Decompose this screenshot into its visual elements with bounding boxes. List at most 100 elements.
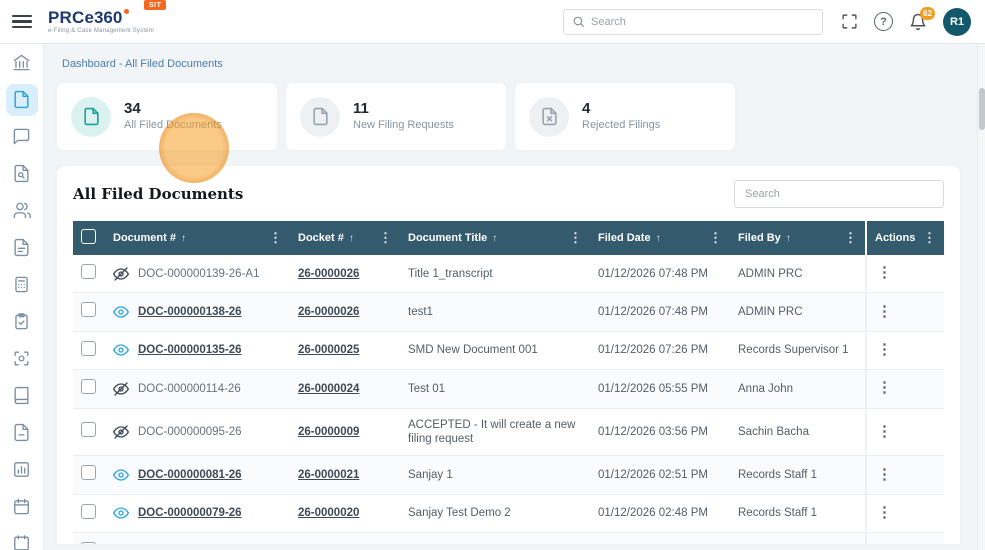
scrollbar-thumb[interactable] [979,88,985,130]
row-actions-kebab[interactable]: ⋮ [875,264,894,281]
column-header-actions[interactable]: Actions ⋮ [865,221,944,255]
sort-icon[interactable]: ↑ [492,233,497,244]
document-number[interactable]: DOC-000000079-26 [138,506,242,520]
column-menu-icon[interactable]: ⋮ [379,230,392,246]
docket-link[interactable]: 26-0000024 [298,383,359,395]
document-number[interactable]: DOC-000000095-26 [138,425,242,439]
document-number[interactable]: DOC-000000081-26 [138,468,242,482]
column-menu-icon[interactable]: ⋮ [269,230,282,246]
sort-icon[interactable]: ↑ [786,233,791,244]
row-checkbox[interactable] [81,302,96,318]
row-checkbox[interactable] [81,465,96,481]
row-checkbox[interactable] [81,422,96,438]
table-row[interactable]: DOC-000000079-26 26-0000020 Sanjay Test … [73,494,944,534]
document-number[interactable]: DOC-000000138-26 [138,305,242,319]
docket-link[interactable]: 26-0000026 [298,268,359,280]
eye-off-icon[interactable] [113,424,129,440]
column-header-filed-by[interactable]: Filed By ↑ ⋮ [730,221,866,255]
table-row[interactable]: DOC-000000077-26 26-0000019 Sanjay 2 01/… [73,532,944,544]
topbar-icons: ? 62 R1 [841,6,971,36]
stat-label: New Filing Requests [353,119,454,132]
filed-by: ADMIN PRC [730,292,866,332]
column-header-filed-date[interactable]: Filed Date ↑ ⋮ [590,221,730,255]
row-checkbox[interactable] [81,264,96,279]
sidebar-item-calendar[interactable] [0,488,44,525]
table-row[interactable]: DOC-000000135-26 26-0000025 SMD New Docu… [73,331,944,371]
row-checkbox[interactable] [81,340,96,356]
eye-icon[interactable] [113,342,129,358]
row-actions-kebab[interactable]: ⋮ [875,466,894,483]
rejected-filing-icon [529,96,569,137]
column-header-docket-number[interactable]: Docket # ↑ ⋮ [290,221,400,255]
row-actions-kebab[interactable]: ⋮ [875,341,894,358]
document-title: Sanjay 2 [400,532,590,544]
sidebar-item-calculator[interactable] [0,266,44,303]
sidebar-item-document-search[interactable] [0,155,44,192]
filed-by: Records Staff 1 [730,532,866,544]
sidebar-item-bank[interactable] [0,44,44,81]
stat-card-rejected-filings[interactable]: 4 Rejected Filings [515,83,735,150]
row-actions-kebab[interactable]: ⋮ [875,542,894,544]
table-row[interactable]: DOC-000000114-26 26-0000024 Test 01 01/1… [73,369,944,409]
row-actions-kebab[interactable]: ⋮ [875,379,894,396]
row-actions-kebab[interactable]: ⋮ [875,423,894,440]
sidebar-item-document-lines[interactable] [0,229,44,266]
row-checkbox[interactable] [81,379,96,395]
notifications-icon[interactable]: 62 [909,6,935,31]
column-header-document-number[interactable]: Document # ↑ ⋮ [105,221,290,255]
column-menu-icon[interactable]: ⋮ [709,230,722,246]
row-actions-kebab[interactable]: ⋮ [875,303,894,320]
logo[interactable]: PRC e360 e-Filing & Case Management Syste… [48,0,167,34]
sidebar-item-book[interactable] [0,377,44,414]
eye-off-icon[interactable] [113,266,129,282]
row-checkbox[interactable] [81,542,96,544]
page-scrollbar[interactable] [977,44,985,550]
filed-date: 01/12/2026 07:26 PM [590,331,730,371]
table-search-input[interactable] [734,180,944,208]
env-badge: SIT [144,0,167,10]
sidebar-item-users[interactable] [0,192,44,229]
sidebar-item-chat[interactable] [0,118,44,155]
table-header-row: Document # ↑ ⋮ Docket # ↑ ⋮ Document Title ↑ ⋮… [73,221,944,255]
document-number[interactable]: DOC-000000135-26 [138,343,242,357]
column-header-document-title[interactable]: Document Title ↑ ⋮ [400,221,590,255]
document-number[interactable]: DOC-000000114-26 [138,382,241,396]
table-row[interactable]: DOC-000000138-26 26-0000026 test1 01/12/… [73,292,944,332]
stat-card-new-filing-requests[interactable]: 11 New Filing Requests [286,83,506,150]
column-menu-icon[interactable]: ⋮ [569,230,582,246]
docket-link[interactable]: 26-0000021 [298,469,359,481]
docket-link[interactable]: 26-0000025 [298,344,359,356]
menu-icon[interactable] [12,14,32,29]
eye-icon[interactable] [113,505,129,521]
sort-icon[interactable]: ↑ [656,233,661,244]
row-actions-kebab[interactable]: ⋮ [875,504,894,521]
docket-link[interactable]: 26-0000020 [298,507,359,519]
column-menu-icon[interactable]: ⋮ [923,230,936,246]
sidebar-item-file[interactable] [0,414,44,451]
sidebar-item-tasks[interactable] [0,303,44,340]
sidebar-item-scan[interactable] [0,340,44,377]
row-checkbox[interactable] [81,503,96,519]
sidebar-item-box[interactable] [0,525,44,550]
stat-card-all-filed-documents[interactable]: 34 All Filed Documents [57,83,277,150]
sort-icon[interactable]: ↑ [349,233,354,244]
table-row[interactable]: DOC-000000081-26 26-0000021 Sanjay 1 01/… [73,455,944,495]
breadcrumb[interactable]: Dashboard - All Filed Documents [62,58,977,70]
docket-link[interactable]: 26-0000026 [298,306,359,318]
document-number[interactable]: DOC-000000139-26-A1 [138,267,259,281]
fullscreen-icon[interactable] [841,13,858,30]
table-row[interactable]: DOC-000000139-26-A1 26-0000026 Title 1_t… [73,255,944,294]
sidebar-item-documents[interactable] [0,81,44,118]
eye-icon[interactable] [113,304,129,320]
select-all-checkbox[interactable] [81,229,96,244]
eye-off-icon[interactable] [113,381,129,397]
docket-link[interactable]: 26-0000009 [298,426,359,438]
table-row[interactable]: DOC-000000095-26 26-0000009 ACCEPTED - I… [73,408,944,457]
sidebar-item-chart[interactable] [0,451,44,488]
column-menu-icon[interactable]: ⋮ [844,230,857,246]
eye-icon[interactable] [113,467,129,483]
sort-icon[interactable]: ↑ [181,233,186,244]
global-search-input[interactable] [591,15,814,28]
help-icon[interactable]: ? [874,12,893,31]
avatar[interactable]: R1 [943,7,971,36]
